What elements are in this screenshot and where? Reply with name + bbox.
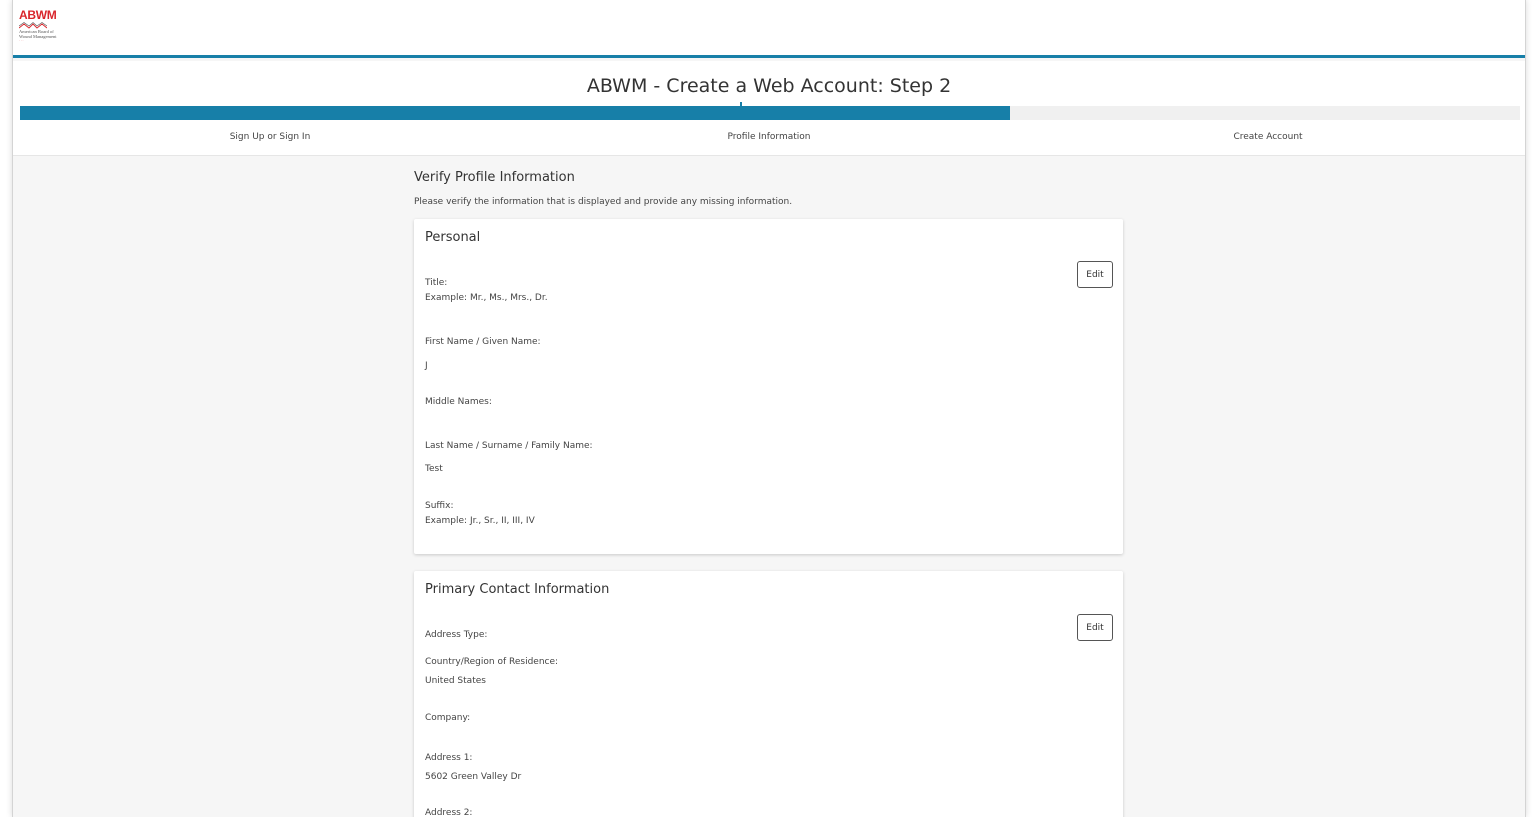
page-title: ABWM - Create a Web Account: Step 2: [586, 75, 952, 97]
title-label: Title:: [425, 278, 448, 288]
last-name-label: Last Name / Surname / Family Name:: [425, 441, 593, 451]
progress-bar: [20, 106, 1520, 120]
contact-edit-button[interactable]: Edit: [1077, 614, 1113, 641]
contact-card-title: Primary Contact Information: [425, 582, 610, 597]
progress-bar-fill: [20, 106, 1010, 120]
country-label: Country/Region of Residence:: [425, 657, 559, 667]
first-name-label: First Name / Given Name:: [425, 337, 541, 347]
abwm-logo[interactable]: ABWM American Board of Wound Management …: [19, 9, 79, 55]
suffix-label: Suffix:: [425, 501, 454, 511]
browser-frame: ABWM American Board of Wound Management …: [12, 0, 1526, 817]
logo-abbreviation: ABWM: [19, 8, 57, 22]
title-hint: Example: Mr., Ms., Mrs., Dr.: [425, 293, 548, 303]
logo-tagline: · · ·: [19, 39, 24, 43]
first-name-value: J: [425, 361, 428, 371]
personal-edit-button[interactable]: Edit: [1077, 261, 1113, 288]
step-create-account[interactable]: Create Account: [1233, 132, 1302, 142]
suffix-hint: Example: Jr., Sr., II, III, IV: [425, 516, 535, 526]
section-description: Please verify the information that is di…: [414, 197, 793, 207]
address2-label: Address 2:: [425, 808, 473, 817]
section-heading: Verify Profile Information: [414, 170, 575, 185]
verify-section-header: Verify Profile Information Please verify…: [414, 170, 1124, 207]
address1-value: 5602 Green Valley Dr: [425, 772, 522, 782]
last-name-value: Test: [425, 464, 443, 474]
stepper-area: ABWM - Create a Web Account: Step 2 Sign…: [13, 61, 1525, 156]
personal-card-title: Personal: [425, 230, 481, 245]
step-sign-up-or-sign-in[interactable]: Sign Up or Sign In: [230, 132, 311, 142]
personal-card: Personal Edit Title: Example: Mr., Ms., …: [414, 219, 1123, 554]
logo-waves-icon: [19, 22, 47, 29]
middle-names-label: Middle Names:: [425, 397, 492, 407]
country-value: United States: [425, 676, 486, 686]
address1-label: Address 1:: [425, 753, 473, 763]
company-label: Company:: [425, 713, 471, 723]
step-profile-information[interactable]: Profile Information: [728, 132, 811, 142]
primary-contact-card: Primary Contact Information Edit Address…: [414, 571, 1123, 817]
site-header: ABWM American Board of Wound Management …: [13, 0, 1525, 58]
address-type-label: Address Type:: [425, 630, 488, 640]
